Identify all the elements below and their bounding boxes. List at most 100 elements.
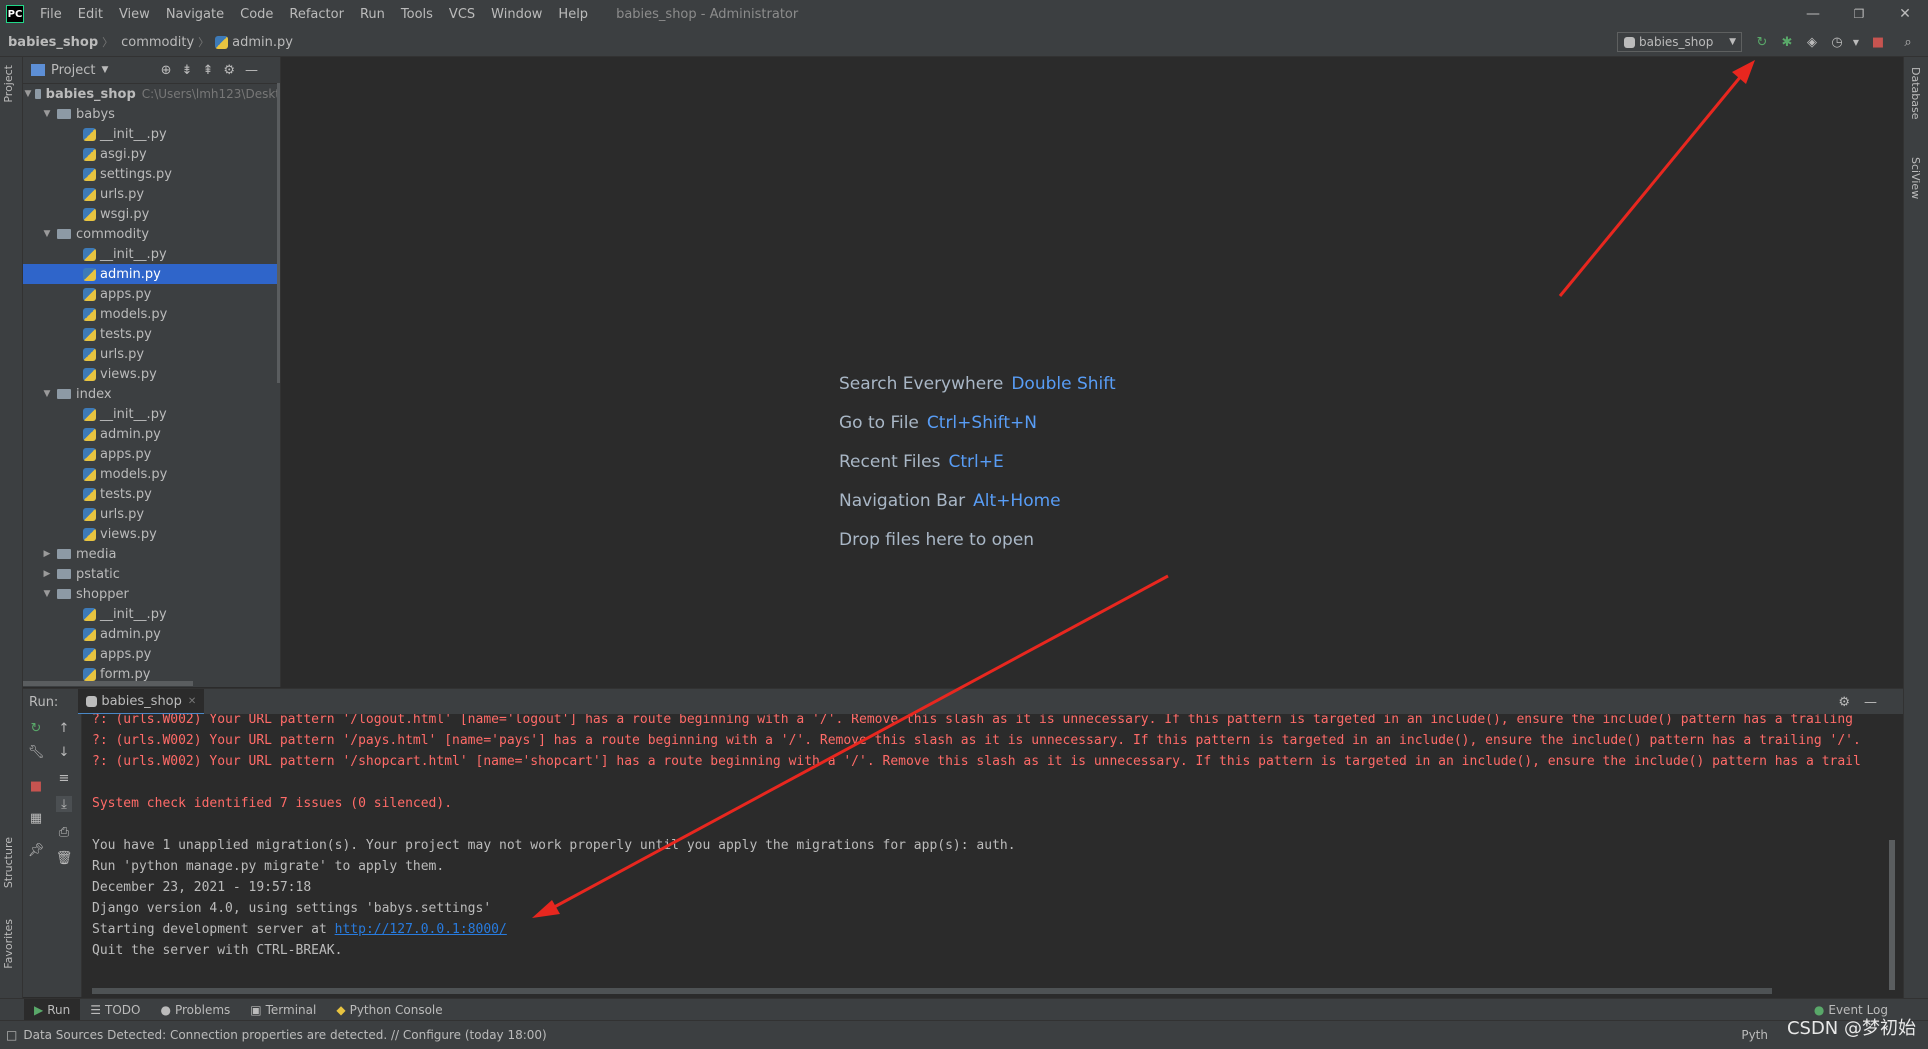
more-run-options-icon[interactable]: ▼	[1848, 34, 1864, 50]
stop-icon[interactable]: ■	[1870, 34, 1886, 50]
chevron-right-icon[interactable]: ▶	[41, 569, 53, 579]
search-icon[interactable]: ⌕	[1900, 34, 1916, 50]
tree-file-item[interactable]: wsgi.py	[23, 204, 280, 224]
chevron-down-icon[interactable]: ▼	[25, 89, 32, 99]
menu-vcs[interactable]: VCS	[441, 7, 483, 22]
tree-file-item[interactable]: apps.py	[23, 644, 280, 664]
breadcrumb-folder[interactable]: commodity	[113, 35, 198, 50]
tree-file-item[interactable]: __init__.py	[23, 604, 280, 624]
gear-icon[interactable]: ⚙	[1838, 695, 1864, 710]
tree-file-item[interactable]: urls.py	[23, 504, 280, 524]
run-configuration-select[interactable]: babies_shop ▼	[1617, 32, 1742, 52]
chevron-down-icon[interactable]: ▼	[41, 229, 53, 239]
console-horizontal-scrollbar[interactable]	[92, 988, 1772, 994]
database-tool-tab[interactable]: Database	[1909, 67, 1922, 120]
tree-file-item[interactable]: __init__.py	[23, 404, 280, 424]
pin-icon[interactable]: 📌︎	[28, 842, 45, 858]
menu-view[interactable]: View	[111, 7, 158, 22]
tree-folder-item[interactable]: ▼ babies_shop C:\Users\lmh123\Deskt	[23, 84, 281, 104]
chevron-down-icon[interactable]: ▼	[41, 589, 53, 599]
todo-tool-tab[interactable]: ☰ TODO	[80, 999, 150, 1021]
menu-navigate[interactable]: Navigate	[158, 7, 232, 22]
tree-file-item[interactable]: urls.py	[23, 344, 280, 364]
breadcrumb-project[interactable]: babies_shop	[0, 35, 102, 50]
tree-folder-item[interactable]: ▶ pstatic	[23, 564, 280, 584]
trash-icon[interactable]: 🗑︎	[56, 850, 73, 866]
soft-wrap-icon[interactable]: ≡	[56, 770, 72, 786]
favorites-tool-tab[interactable]: Favorites	[2, 919, 15, 969]
tree-file-item[interactable]: apps.py	[23, 444, 280, 464]
print-icon[interactable]: ⎙	[56, 824, 72, 840]
up-arrow-icon[interactable]: ↑	[56, 720, 72, 736]
wrench-icon[interactable]: 🔧︎	[28, 744, 45, 760]
menu-edit[interactable]: Edit	[70, 7, 111, 22]
menu-window[interactable]: Window	[483, 7, 550, 22]
breadcrumb-file[interactable]: admin.py	[232, 35, 297, 50]
tree-file-item[interactable]: admin.py	[23, 624, 280, 644]
chevron-down-icon[interactable]: ▼	[41, 109, 53, 119]
editor-empty-area[interactable]: Search Everywhere Double Shift Go to File C…	[281, 57, 1902, 687]
hide-icon[interactable]: —	[1864, 695, 1891, 710]
layout-icon[interactable]: ▦	[28, 810, 44, 826]
gear-icon[interactable]: ⚙	[223, 63, 245, 78]
tree-file-item[interactable]: models.py	[23, 464, 280, 484]
chevron-down-icon[interactable]: ▼	[41, 389, 53, 399]
dev-server-link[interactable]: http://127.0.0.1:8000/	[335, 922, 507, 937]
expand-all-icon[interactable]: ⇟	[182, 63, 203, 78]
tree-file-item[interactable]: asgi.py	[23, 144, 280, 164]
locate-icon[interactable]: ⊕	[161, 63, 182, 78]
collapse-all-icon[interactable]: ⇞	[202, 63, 223, 78]
sciview-tool-tab[interactable]: SciView	[1909, 157, 1922, 199]
close-button[interactable]: ✕	[1882, 0, 1928, 28]
close-tab-icon[interactable]: ✕	[188, 696, 196, 707]
debug-bug-icon[interactable]: ✱	[1779, 34, 1795, 50]
profile-icon[interactable]: ◷	[1829, 34, 1845, 50]
problems-tool-tab[interactable]: ● Problems	[150, 999, 240, 1021]
status-interpreter[interactable]: Pyth	[1741, 1028, 1768, 1042]
tree-horizontal-scrollbar[interactable]	[23, 681, 193, 686]
tree-folder-item[interactable]: ▼ babys	[23, 104, 280, 124]
console-scrollbar[interactable]	[1889, 840, 1895, 990]
menu-tools[interactable]: Tools	[393, 7, 441, 22]
chevron-down-icon[interactable]: ▼	[101, 65, 108, 75]
run-console-output[interactable]: ?: (urls.W002) Your URL pattern '/logout…	[82, 714, 1903, 997]
menu-refactor[interactable]: Refactor	[281, 7, 352, 22]
structure-tool-tab[interactable]: Structure	[2, 837, 15, 888]
tree-folder-item[interactable]: ▶ media	[23, 544, 280, 564]
rerun-icon[interactable]: ↻	[28, 720, 44, 736]
tree-file-item[interactable]: admin.py	[23, 424, 280, 444]
menu-file[interactable]: File	[32, 7, 70, 22]
tree-file-item[interactable]: settings.py	[23, 164, 280, 184]
run-tab-babies-shop[interactable]: babies_shop ✕	[78, 689, 205, 715]
terminal-tool-tab[interactable]: ▣ Terminal	[240, 999, 326, 1021]
tree-file-item[interactable]: views.py	[23, 524, 280, 544]
python-console-tool-tab[interactable]: ◆ Python Console	[326, 999, 452, 1021]
tree-file-item[interactable]: apps.py	[23, 284, 280, 304]
minimize-button[interactable]: —	[1790, 0, 1836, 28]
tree-file-item[interactable]: tests.py	[23, 484, 280, 504]
tree-file-item[interactable]: models.py	[23, 304, 280, 324]
scroll-to-end-icon[interactable]: ⤓	[56, 796, 72, 812]
down-arrow-icon[interactable]: ↓	[56, 744, 72, 760]
rerun-icon[interactable]: ↻	[1754, 34, 1770, 50]
tree-scrollbar[interactable]	[277, 83, 280, 383]
project-view-select[interactable]: Project	[51, 63, 95, 78]
menu-run[interactable]: Run	[352, 7, 393, 22]
tree-file-item[interactable]: __init__.py	[23, 124, 280, 144]
tree-folder-item[interactable]: ▼ shopper	[23, 584, 280, 604]
tree-file-item[interactable]: views.py	[23, 364, 280, 384]
menu-help[interactable]: Help	[550, 7, 596, 22]
tree-folder-item[interactable]: ▼ index	[23, 384, 280, 404]
chevron-right-icon[interactable]: ▶	[41, 549, 53, 559]
tree-file-item[interactable]: admin.py	[23, 264, 280, 284]
run-tool-tab[interactable]: ▶ Run	[24, 999, 81, 1021]
coverage-shield-icon[interactable]: ◈	[1804, 34, 1820, 50]
menu-code[interactable]: Code	[232, 7, 281, 22]
tree-file-item[interactable]: urls.py	[23, 184, 280, 204]
tree-file-item[interactable]: tests.py	[23, 324, 280, 344]
project-tool-tab[interactable]: Project	[2, 65, 15, 103]
tree-file-item[interactable]: __init__.py	[23, 244, 280, 264]
status-message[interactable]: Data Sources Detected: Connection proper…	[23, 1028, 546, 1042]
tree-folder-item[interactable]: ▼ commodity	[23, 224, 280, 244]
stop-icon[interactable]: ■	[28, 778, 44, 794]
